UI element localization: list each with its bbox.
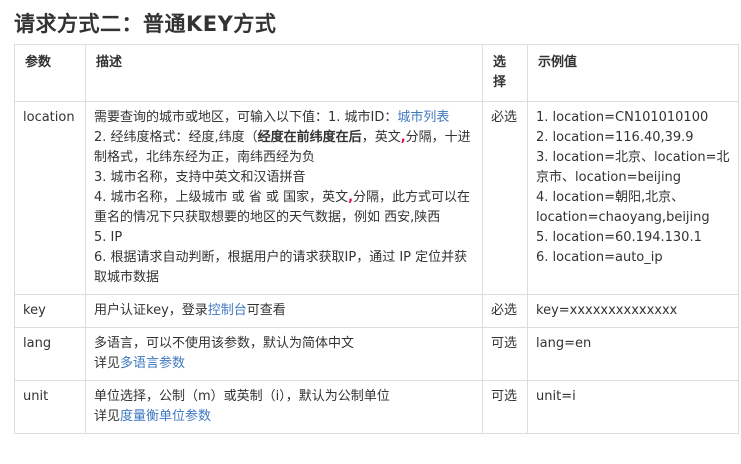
desc-text: 详见	[94, 356, 121, 371]
lang-params-link[interactable]: 多语言参数	[120, 356, 185, 371]
desc-text: 详见	[94, 409, 121, 424]
param-required: 可选	[482, 327, 528, 381]
unit-params-link[interactable]: 度量衡单位参数	[120, 409, 211, 424]
desc-line: 多语言，可以不使用该参数，默认为简体中文	[94, 336, 355, 351]
desc-line: 单位选择，公制（m）或英制（i），默认为公制单位	[94, 389, 390, 404]
page-title: 请求方式二：普通KEY方式	[14, 12, 277, 36]
table-header-row: 参数 描述 选择 示例值	[14, 44, 739, 102]
table-row-lang: lang 多语言，可以不使用该参数，默认为简体中文 详见多语言参数 可选 lan…	[14, 327, 739, 381]
header-example: 示例值	[527, 44, 739, 102]
example-line: 2. location=116.40,39.9	[536, 130, 694, 145]
param-example: unit=i	[527, 380, 739, 434]
city-list-link[interactable]: 城市列表	[397, 110, 449, 125]
table-row-location: location 需要查询的城市或地区，可输入以下值：1. 城市ID：城市列表 …	[14, 101, 739, 295]
param-example: 1. location=CN101010100 2. location=116.…	[527, 101, 739, 295]
param-desc: 需要查询的城市或地区，可输入以下值：1. 城市ID：城市列表 2. 经纬度格式：…	[85, 101, 483, 295]
param-desc: 多语言，可以不使用该参数，默认为简体中文 详见多语言参数	[85, 327, 483, 381]
desc-text: 4. 城市名称，上级城市 或 省 或 国家，英文	[94, 190, 349, 205]
desc-line: 3. 城市名称，支持中英文和汉语拼音	[94, 170, 306, 185]
param-desc: 单位选择，公制（m）或英制（i），默认为公制单位 详见度量衡单位参数	[85, 380, 483, 434]
header-desc: 描述	[85, 44, 483, 102]
desc-text: 需要查询的城市或地区，可输入以下值：1. 城市ID：	[94, 110, 398, 125]
param-name: lang	[14, 327, 86, 381]
params-table: 参数 描述 选择 示例值 location 需要查询的城市或地区，可输入以下值：…	[14, 44, 739, 434]
param-name: key	[14, 294, 86, 328]
param-example: key=xxxxxxxxxxxxxx	[527, 294, 739, 328]
example-line: 3. location=北京、location=北京市、location=bei…	[536, 150, 730, 185]
desc-line: 5. IP	[94, 230, 123, 245]
desc-bold: 经度在前纬度在后	[257, 130, 362, 145]
param-required: 必选	[482, 101, 528, 295]
header-param: 参数	[14, 44, 86, 102]
desc-line: 6. 根据请求自动判断，根据用户的请求获取IP，通过 IP 定位并获取城市数据	[94, 250, 468, 285]
example-line: 6. location=auto_ip	[536, 250, 663, 265]
console-link[interactable]: 控制台	[208, 303, 247, 318]
param-name: location	[14, 101, 86, 295]
param-example: lang=en	[527, 327, 739, 381]
param-required: 必选	[482, 294, 528, 328]
table-row-unit: unit 单位选择，公制（m）或英制（i），默认为公制单位 详见度量衡单位参数 …	[14, 380, 739, 434]
example-line: 4. location=朝阳,北京、location=chaoyang,beij…	[536, 190, 710, 225]
example-line: 5. location=60.194.130.1	[536, 230, 702, 245]
desc-text: ，英文	[361, 130, 401, 145]
desc-text: 2. 经纬度格式：经度,纬度（	[94, 130, 258, 145]
param-name: unit	[14, 380, 86, 434]
param-desc: 用户认证key，登录控制台可查看	[85, 294, 483, 328]
header-choice: 选择	[482, 44, 528, 102]
example-line: 1. location=CN101010100	[536, 110, 709, 125]
desc-text: 用户认证key，登录	[94, 303, 208, 318]
desc-text: 可查看	[246, 303, 286, 318]
param-required: 可选	[482, 380, 528, 434]
table-row-key: key 用户认证key，登录控制台可查看 必选 key=xxxxxxxxxxxx…	[14, 294, 739, 328]
